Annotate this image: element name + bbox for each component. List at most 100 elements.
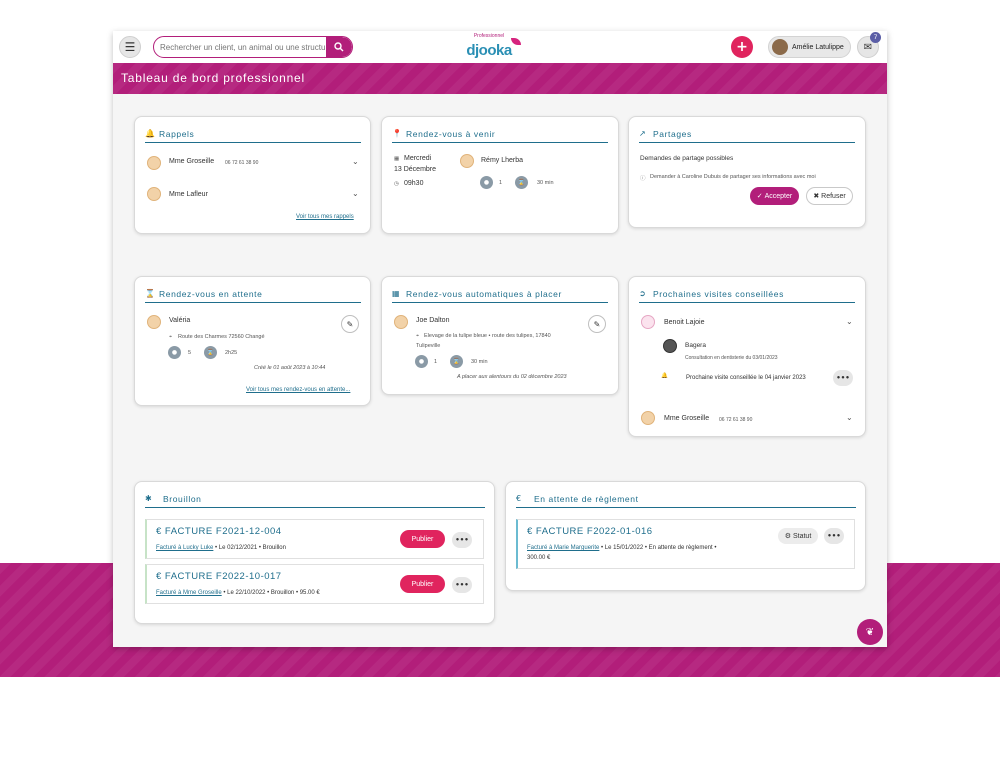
more-options-button[interactable]: ••• [824,528,844,544]
invoice-client-link[interactable]: Facturé à Marie Marguerite [527,545,599,551]
more-options-button[interactable]: ••• [452,532,472,548]
refuse-button[interactable]: ✖ Refuser [806,187,853,205]
search-box[interactable] [153,36,353,58]
invoice-row[interactable]: € FACTURE F2021-12-004 Facturé à Lucky L… [145,519,484,559]
client-phone: 06 72 61 38 90 [719,417,753,423]
invoice-row[interactable]: € FACTURE F2022-10-017 Facturé à Mme Gro… [145,564,484,604]
logo[interactable]: Professionnel djooka [457,33,521,61]
chevron-down-icon[interactable]: ⌄ [352,157,359,166]
bell-icon: 🔔 [145,129,155,138]
share-subtitle: Demandes de partage possibles [640,155,734,162]
invoice-row[interactable]: € FACTURE F2022-01-016 Facturé à Marie M… [516,519,855,569]
avatar [394,315,408,329]
avatar [641,411,655,425]
map-pin-icon: 📍 [392,129,402,138]
plus-icon: + [736,39,748,55]
card-visites: ➲ Prochaines visites conseillées Benoit … [628,276,866,437]
card-rdv-attente: ⌛ Rendez-vous en attente Valéria ⌖ Route… [134,276,371,406]
card-title: En attente de règlement [534,493,639,504]
search-icon [334,42,344,52]
edit-button[interactable]: ✎ [341,315,359,333]
card-header: ⌛ Rendez-vous en attente [145,285,361,303]
search-input[interactable] [160,40,325,55]
status-button[interactable]: ⚙ Statut [778,528,818,544]
client-name: Valéria [169,317,191,324]
chevron-down-icon[interactable]: ⌄ [846,413,853,422]
calendar-icon: ▦ [392,289,400,298]
client-address-city: Tulipeville [416,343,441,349]
invoice-meta: Facturé à Mme Groseille • Le 22/10/2022 … [156,590,320,596]
asterisk-icon: ✱ [145,494,152,503]
accept-label: Accepter [764,192,793,200]
bell-icon: 🔔 [661,373,668,379]
status-label: Statut [792,532,812,540]
calendar-icon: ▦ [394,156,400,162]
add-button[interactable]: + [731,36,753,58]
inbox-icon: ✉ [863,41,873,53]
feedback-button[interactable]: ❦ [857,619,883,645]
invoice-details: • Le 02/12/2021 • Brouillon [213,545,286,551]
card-title: Rappels [159,128,195,139]
user-icon: ● [168,346,181,359]
invoice-number: € FACTURE F2022-10-017 [156,571,282,582]
card-title: Rendez-vous automatiques à placer [406,288,562,299]
user-icon: ● [415,355,428,368]
card-header: 📍 Rendez-vous à venir [392,125,608,143]
duration: 30 min [471,359,488,365]
publish-button[interactable]: Publier [400,575,445,593]
client-name: Mme Groseille [664,415,710,422]
animal-count: 1 [499,180,503,186]
see-all-pending-link[interactable]: Voir tous mes rendez-vous en attente... [246,387,350,393]
more-options-button[interactable]: ••• [452,577,472,593]
card-rdv-auto: ▦ Rendez-vous automatiques à placer Joe … [381,276,619,395]
pencil-icon: ✎ [593,319,601,329]
chevron-down-icon[interactable]: ⌄ [352,189,359,198]
notification-badge: 7 [870,32,881,43]
see-all-reminders-link[interactable]: Voir tous mes rappels [296,214,354,220]
top-bar: ☰ Professionnel djooka + Amélie Latulipp… [113,31,887,63]
refuse-label: Refuser [821,192,846,200]
avatar [147,156,161,170]
appointment-time: 09h30 [404,180,424,187]
title-bar: Tableau de bord professionnel [113,63,887,94]
duration: 30 min [537,180,554,186]
invoice-client-link[interactable]: Facturé à Mme Groseille [156,590,222,596]
invoice-details: • Le 15/01/2022 • En attente de règlemen… [599,545,717,551]
invoice-meta: Facturé à Marie Marguerite • Le 15/01/20… [527,545,716,551]
animal-name: Bagera [685,342,706,349]
card-header: ➲ Prochaines visites conseillées [639,285,855,303]
accept-button[interactable]: ✓ Accepter [750,187,799,205]
logo-text: djooka [466,42,512,59]
search-button[interactable] [326,37,352,57]
arrow-circle-icon: ➲ [639,289,646,298]
close-icon: ✖ [813,193,820,200]
card-header: ↗ Partages [639,125,855,143]
check-icon: ✓ [756,193,763,200]
avatar [460,154,474,168]
chevron-down-icon[interactable]: ⌄ [846,317,853,326]
menu-button[interactable]: ☰ [119,36,141,58]
gear-icon: ⚙ [784,533,792,540]
edit-button[interactable]: ✎ [588,315,606,333]
hamburger-icon: ☰ [124,40,136,54]
more-options-button[interactable]: ••• [833,370,853,386]
animal-avatar [663,339,677,353]
card-header: ✱ Brouillon [145,490,485,508]
card-rdv-venir: 📍 Rendez-vous à venir ▦ Mercredi 13 Déce… [381,116,619,234]
clock-icon: ◷ [394,181,399,187]
pencil-icon: ✎ [346,319,354,329]
hourglass-icon: ⌛ [204,346,217,359]
client-address: Elevage de la tulipe bleue • route des t… [424,333,551,339]
duration: 2h25 [225,350,238,356]
share-request-text: Demander à Caroline Dubuis de partager s… [650,174,816,180]
map-pin-icon: ⌖ [169,334,173,340]
publish-button[interactable]: Publier [400,530,445,548]
client-name: Joe Dalton [416,317,450,324]
invoice-client-link[interactable]: Facturé à Lucky Luke [156,545,213,551]
card-title: Brouillon [163,493,202,504]
user-menu[interactable]: Amélie Latulippe [768,36,851,58]
avatar [641,315,655,329]
reminder-name: Mme Groseille [169,158,215,165]
card-header: € En attente de règlement [516,490,856,508]
invoice-number: € FACTURE F2021-12-004 [156,526,282,537]
